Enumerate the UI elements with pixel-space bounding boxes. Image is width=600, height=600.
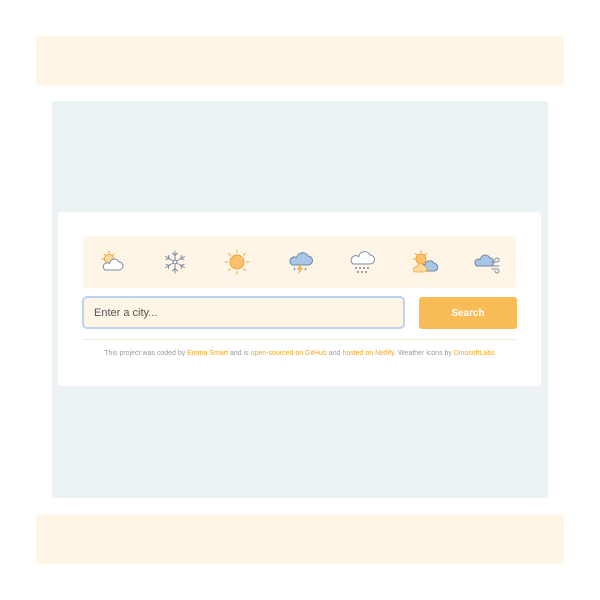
- footer-text: and is: [228, 350, 251, 357]
- thunderstorm-icon: [285, 247, 315, 277]
- sun-icon: [222, 247, 252, 277]
- divider: [83, 339, 516, 340]
- snow-cloud-icon: [347, 247, 377, 277]
- footer-text: This project was coded by: [104, 350, 188, 357]
- dinosoftlabs-link[interactable]: DinosoftLabs: [454, 350, 495, 357]
- snowflake-icon: [160, 247, 190, 277]
- footer-text: and: [326, 350, 343, 357]
- search-button[interactable]: Search: [419, 297, 517, 329]
- bottom-banner: [36, 515, 564, 564]
- partly-cloudy-icon: [410, 247, 440, 277]
- github-link[interactable]: open-sourced on GitHub: [251, 350, 327, 357]
- weather-card: Search This project was coded by Emma Sm…: [58, 212, 541, 386]
- city-search-input[interactable]: [82, 296, 405, 329]
- windy-cloud-icon: [472, 247, 502, 277]
- weather-icons-row: [83, 236, 516, 288]
- author-link[interactable]: Emma Smart: [187, 350, 228, 357]
- partly-sunny-icon: [97, 247, 127, 277]
- footer-credits: This project was coded by Emma Smart and…: [58, 350, 541, 357]
- netlify-link[interactable]: hosted on Netlify: [342, 350, 394, 357]
- footer-text: . Weather icons by: [394, 350, 454, 357]
- top-banner: [36, 36, 564, 85]
